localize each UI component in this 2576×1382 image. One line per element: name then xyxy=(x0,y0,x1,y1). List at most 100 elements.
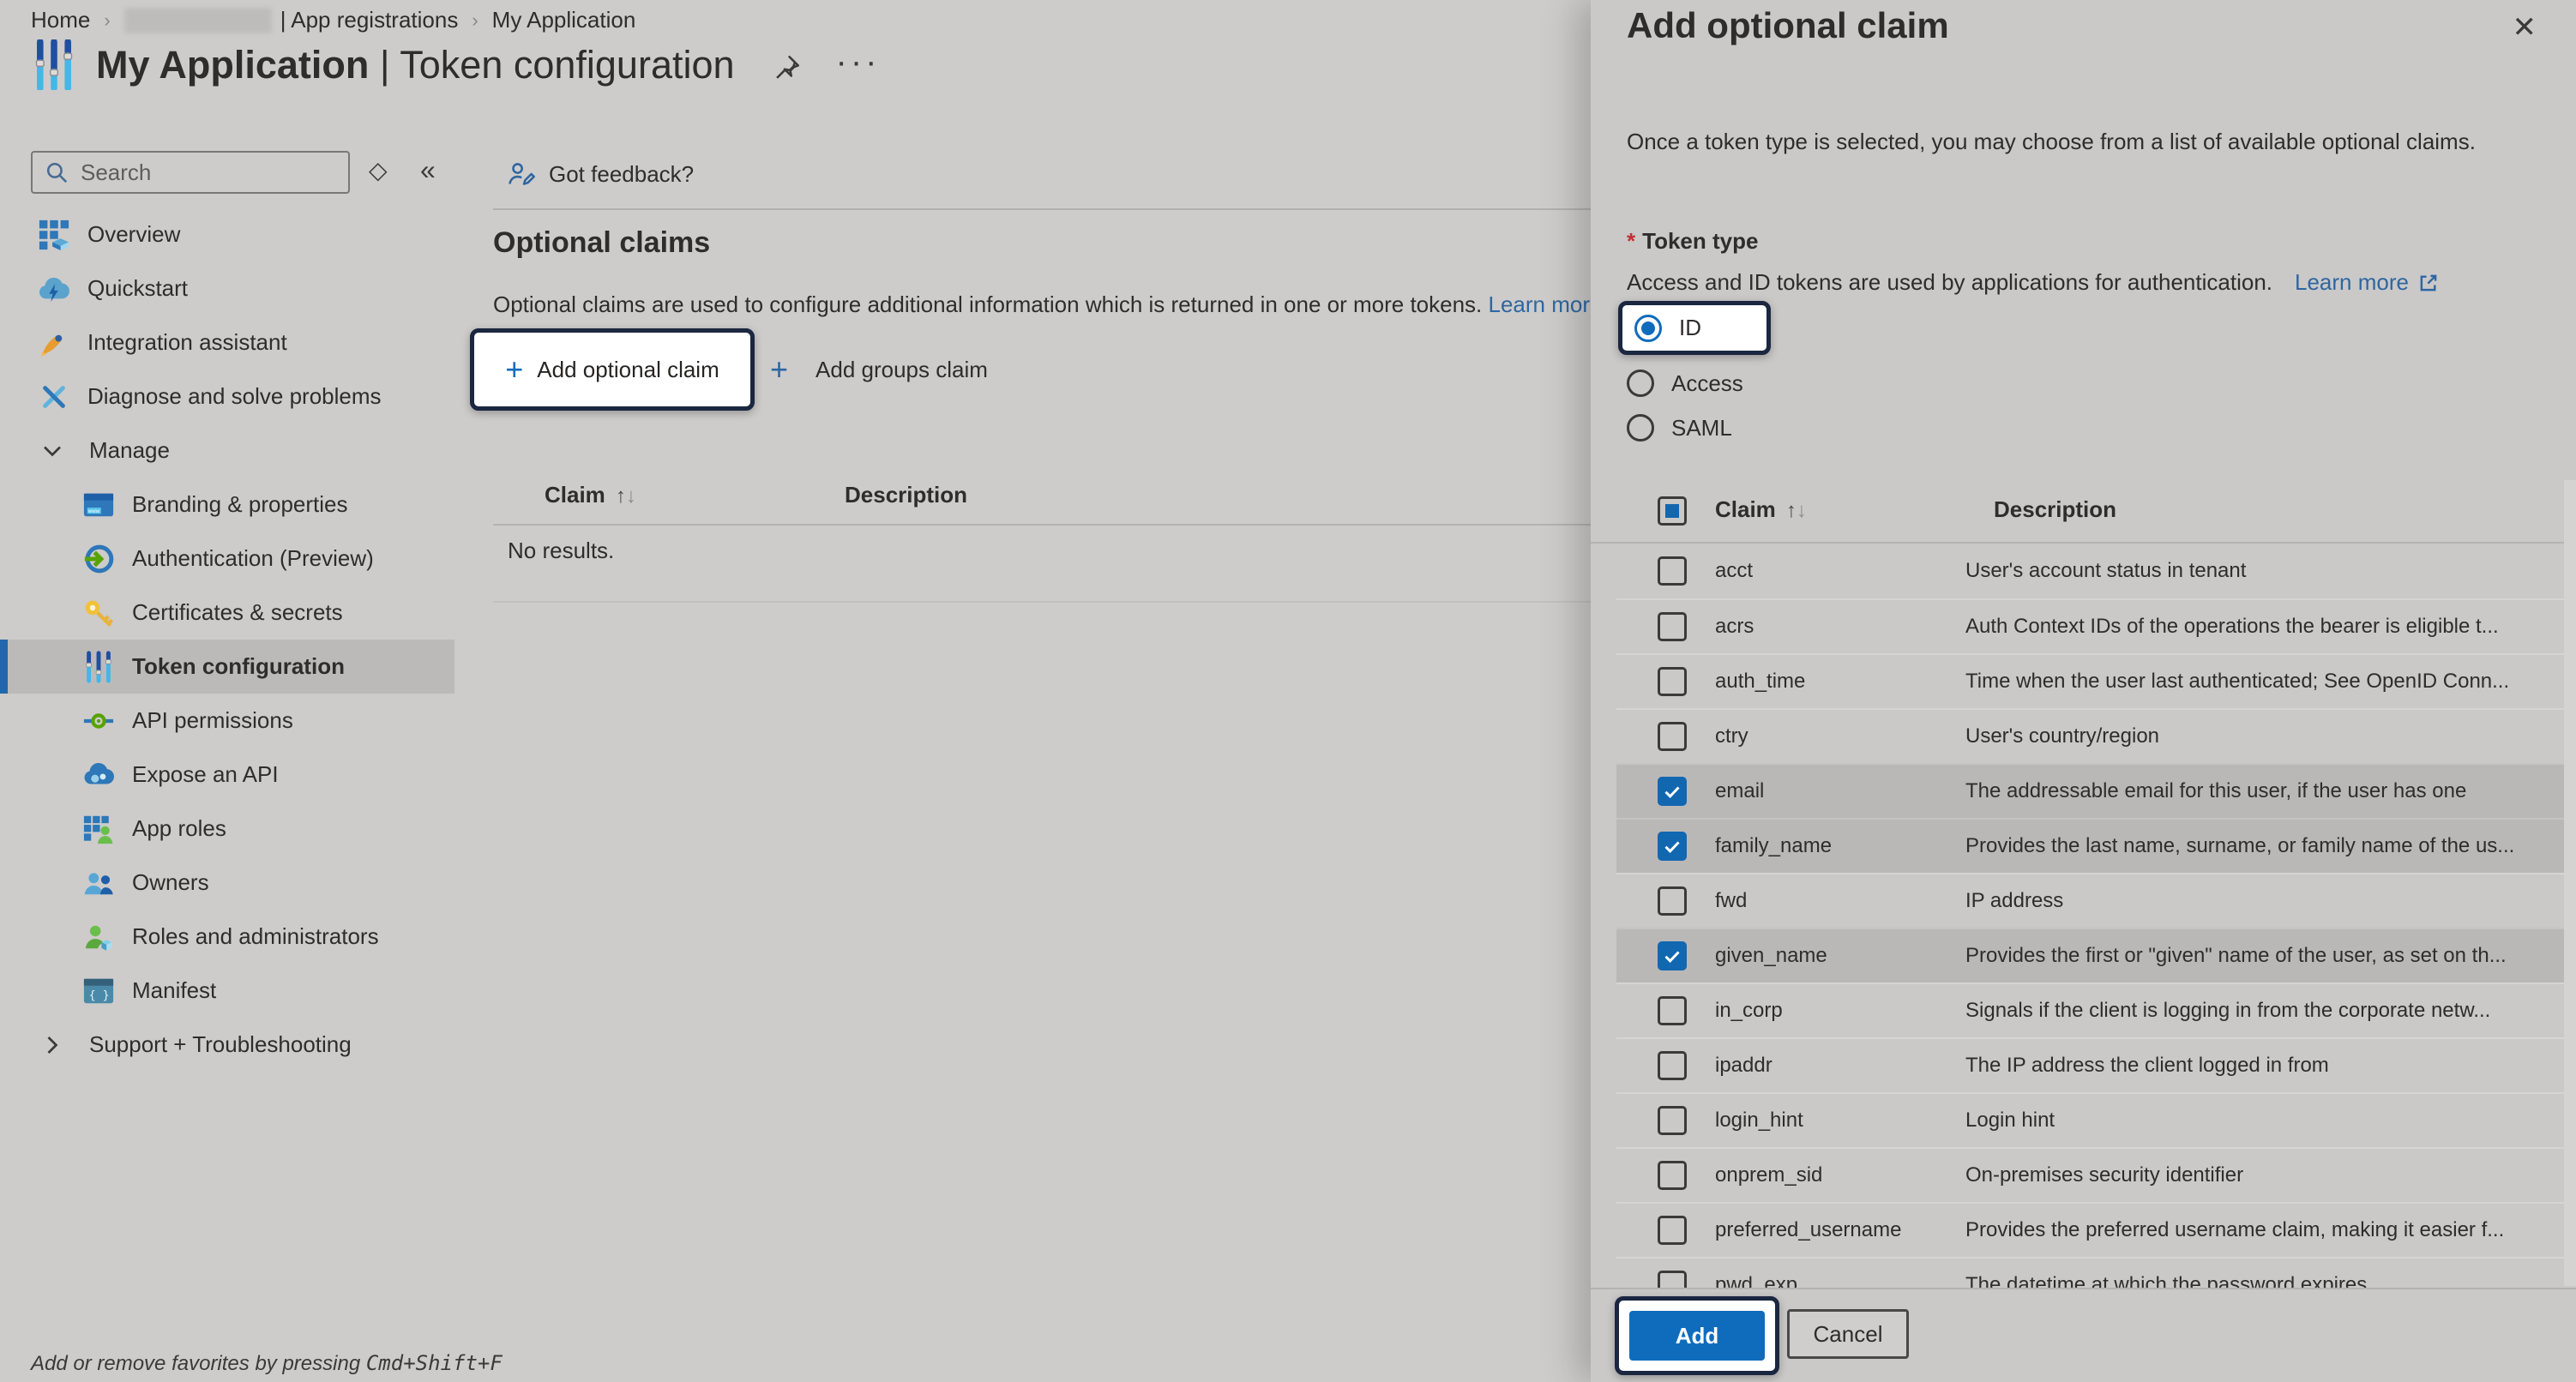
claims-table-description-header: Description xyxy=(845,478,967,511)
claim-description: Provides the last name, surname, or fami… xyxy=(1965,834,2576,858)
claim-checkbox[interactable] xyxy=(1658,556,1687,586)
claim-checkbox[interactable] xyxy=(1658,1216,1687,1245)
sidebar-item[interactable]: Roles and administrators xyxy=(0,910,454,964)
collapse-sidebar-icon[interactable]: « xyxy=(420,154,436,186)
indeterminate-mark xyxy=(1665,504,1679,518)
empty-state-text: No results. xyxy=(508,538,614,564)
expand-collapse-icon[interactable]: ◇ xyxy=(369,156,388,184)
claim-row[interactable]: email The addressable email for this use… xyxy=(1616,763,2576,818)
claim-name: preferred_username xyxy=(1715,1218,1965,1242)
panel-description-column-header: Description xyxy=(1994,496,2116,523)
sidebar-item-label: Branding & properties xyxy=(132,491,347,518)
sidebar-item[interactable]: Expose an API xyxy=(0,748,454,802)
claim-row[interactable]: onprem_sid On-premises security identifi… xyxy=(1616,1147,2576,1202)
radio-icon xyxy=(1627,414,1654,442)
radio-icon xyxy=(1627,370,1654,397)
token-type-description: Access and ID tokens are used by applica… xyxy=(1627,269,2440,296)
claim-description: Provides the preferred username claim, m… xyxy=(1965,1218,2576,1242)
svg-text:www: www xyxy=(87,508,100,514)
sidebar-item-label: Support + Troubleshooting xyxy=(89,1031,352,1058)
token-type-radio[interactable]: SAML xyxy=(1618,406,1978,450)
token-type-radio[interactable]: Access xyxy=(1618,361,1978,406)
claim-checkbox[interactable] xyxy=(1658,722,1687,751)
sidebar-item-label: Roles and administrators xyxy=(132,923,379,950)
pin-icon[interactable] xyxy=(773,53,802,82)
scrollbar[interactable] xyxy=(2564,480,2576,1286)
claim-checkbox[interactable] xyxy=(1658,777,1687,806)
claim-checkbox[interactable] xyxy=(1658,941,1687,970)
more-options-icon[interactable]: ··· xyxy=(836,43,881,81)
claim-checkbox[interactable] xyxy=(1658,996,1687,1025)
claims-table-claim-header[interactable]: Claim ↑↓ xyxy=(545,478,636,511)
quickstart-icon xyxy=(38,273,70,305)
claim-description: The IP address the client logged in from xyxy=(1965,1054,2576,1078)
sidebar-item[interactable]: Overview xyxy=(0,207,454,261)
sidebar-item-label: Certificates & secrets xyxy=(132,599,343,626)
sidebar-item[interactable]: Owners xyxy=(0,856,454,910)
claim-row[interactable]: preferred_username Provides the preferre… xyxy=(1616,1202,2576,1257)
sidebar-item[interactable]: Quickstart xyxy=(0,261,454,315)
sidebar-item[interactable]: App roles xyxy=(0,802,454,856)
search-icon xyxy=(45,160,69,184)
claim-description: Provides the first or "given" name of th… xyxy=(1965,944,2576,968)
sidebar-item[interactable]: Certificates & secrets xyxy=(0,586,454,640)
claim-checkbox[interactable] xyxy=(1658,832,1687,861)
sidebar-item[interactable]: Authentication (Preview) xyxy=(0,532,454,586)
claim-row[interactable]: family_name Provides the last name, surn… xyxy=(1616,818,2576,873)
sidebar-item[interactable]: Integration assistant xyxy=(0,315,454,370)
claim-row[interactable]: login_hint Login hint xyxy=(1616,1092,2576,1147)
claim-name: ipaddr xyxy=(1715,1054,1965,1078)
claim-checkbox[interactable] xyxy=(1658,1106,1687,1135)
claim-checkbox[interactable] xyxy=(1658,612,1687,641)
sidebar-item[interactable]: Support + Troubleshooting xyxy=(0,1018,454,1072)
sidebar-item[interactable]: www Branding & properties xyxy=(0,478,454,532)
claim-checkbox[interactable] xyxy=(1658,1051,1687,1080)
add-groups-claim-button[interactable]: + Add groups claim xyxy=(770,328,988,411)
claim-row[interactable]: ipaddr The IP address the client logged … xyxy=(1616,1037,2576,1092)
chevron-down-icon xyxy=(39,438,65,464)
claim-description: User's account status in tenant xyxy=(1965,559,2576,583)
plus-icon: + xyxy=(505,354,523,385)
sidebar-item[interactable]: Manage xyxy=(0,424,454,478)
sidebar-item[interactable]: Token configuration xyxy=(0,640,454,694)
panel-claims-header: Claim ↑↓ Description xyxy=(1591,492,2576,530)
claim-checkbox[interactable] xyxy=(1658,1161,1687,1190)
claim-checkbox[interactable] xyxy=(1658,886,1687,916)
add-optional-claim-button[interactable]: + Add optional claim xyxy=(470,328,755,411)
breadcrumb-home[interactable]: Home xyxy=(31,7,90,33)
learn-more-link[interactable]: Learn more xyxy=(2295,269,2409,296)
claim-checkbox[interactable] xyxy=(1658,667,1687,696)
claim-checkbox[interactable] xyxy=(1658,1271,1687,1288)
sidebar-item[interactable]: API permissions xyxy=(0,694,454,748)
claim-row[interactable]: ctry User's country/region xyxy=(1616,708,2576,763)
plus-icon: + xyxy=(770,354,788,385)
select-all-checkbox[interactable] xyxy=(1658,496,1687,526)
sidebar-item-label: Diagnose and solve problems xyxy=(87,383,382,410)
learn-more-link[interactable]: Learn more xyxy=(1489,291,1603,317)
got-feedback-link[interactable]: Got feedback? xyxy=(506,158,694,190)
search-input[interactable]: Search xyxy=(31,151,350,194)
claim-name: in_corp xyxy=(1715,999,1965,1023)
close-icon[interactable]: ✕ xyxy=(2513,10,2537,45)
authentication-icon xyxy=(82,543,115,575)
cancel-button[interactable]: Cancel xyxy=(1787,1309,1909,1359)
claim-description: Time when the user last authenticated; S… xyxy=(1965,670,2576,694)
add-button[interactable]: Add xyxy=(1629,1311,1765,1361)
sidebar-item[interactable]: Diagnose and solve problems xyxy=(0,370,454,424)
panel-claim-column-header[interactable]: Claim ↑↓ xyxy=(1715,496,1807,523)
claim-row[interactable]: fwd IP address xyxy=(1616,873,2576,928)
claim-row[interactable]: pwd_exp The datetime at which the passwo… xyxy=(1616,1257,2576,1288)
page-title: My Application | Token configuration xyxy=(96,43,735,87)
sidebar-nav: Overview Quickstart Integration assistan… xyxy=(0,207,454,1072)
claim-row[interactable]: acrs Auth Context IDs of the operations … xyxy=(1616,598,2576,653)
claim-row[interactable]: in_corp Signals if the client is logging… xyxy=(1616,982,2576,1037)
token-type-radio[interactable]: ID xyxy=(1618,301,1771,355)
claim-row[interactable]: auth_time Time when the user last authen… xyxy=(1616,653,2576,708)
breadcrumb-app-registrations[interactable]: | App registrations xyxy=(124,7,459,33)
token-type-radio-group: ID Access SAML xyxy=(1618,301,1978,450)
claim-row[interactable]: acct User's account status in tenant xyxy=(1616,544,2576,598)
claim-name: given_name xyxy=(1715,944,1965,968)
radio-label: ID xyxy=(1679,315,1701,341)
claim-row[interactable]: given_name Provides the first or "given"… xyxy=(1616,928,2576,982)
sidebar-item[interactable]: { } Manifest xyxy=(0,964,454,1018)
